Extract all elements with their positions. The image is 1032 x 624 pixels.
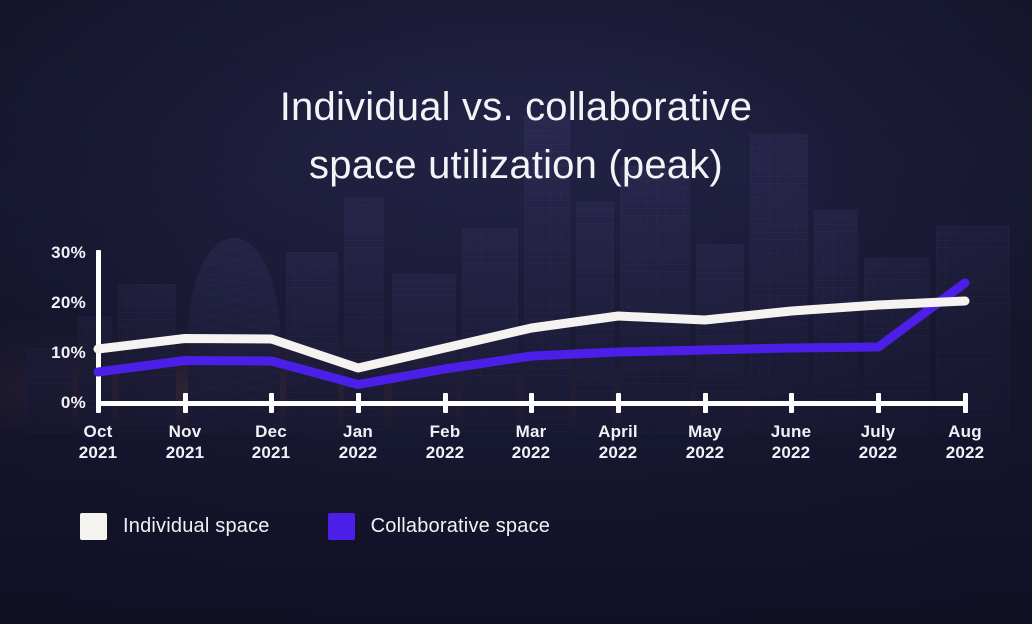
legend-swatch-icon — [80, 513, 107, 540]
legend-swatch-icon — [327, 513, 355, 540]
legend-label-collaborative-space: Collaborative space — [370, 515, 551, 537]
series-line-collaborative-space — [93, 278, 970, 389]
legend-label-individual-space: Individual space — [123, 515, 270, 537]
legend-item-collaborative-space[interactable]: Collaborative space — [327, 513, 551, 540]
chart-legend: Individual space Collaborative space — [80, 513, 550, 540]
chart-container: Individual vs. collaborative space utili… — [0, 0, 1032, 624]
legend-item-individual-space[interactable]: Individual space — [80, 513, 270, 540]
